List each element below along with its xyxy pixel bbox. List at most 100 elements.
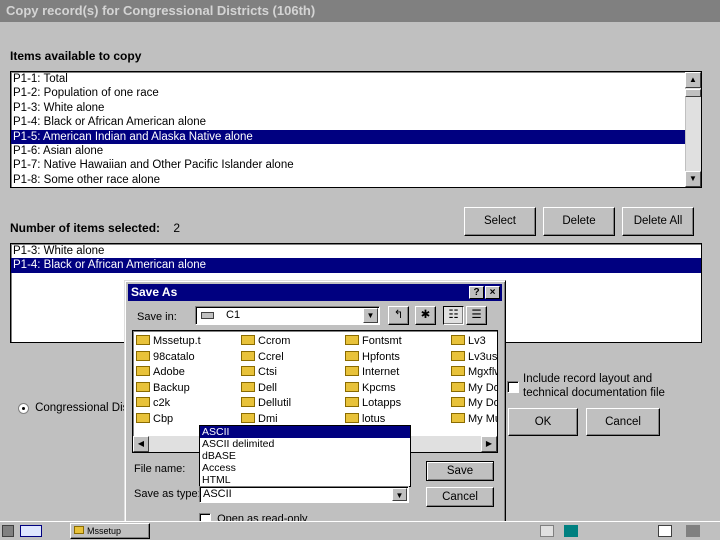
task-label: Mssetup: [87, 526, 122, 536]
folder-icon: [74, 526, 84, 534]
delete-all-button[interactable]: Delete All: [622, 207, 694, 236]
list-item[interactable]: P1-6: Asian alone: [11, 144, 701, 158]
folder-item[interactable]: Dell: [241, 381, 277, 395]
folder-icon: [345, 412, 359, 423]
close-icon[interactable]: ×: [485, 286, 500, 299]
folder-item[interactable]: Backup: [136, 381, 190, 395]
folder-item[interactable]: Lv3: [451, 334, 486, 348]
folder-item[interactable]: lotus: [345, 412, 385, 426]
list-item[interactable]: P1-4: Black or African American alone: [11, 115, 701, 129]
folder-label: Lotapps: [362, 397, 402, 409]
folder-item[interactable]: Ccrom: [241, 334, 290, 348]
dialog-save-button[interactable]: Save: [426, 461, 494, 481]
folder-item[interactable]: Dellutil: [241, 396, 291, 410]
save-in-value: C1: [226, 309, 241, 321]
folder-item[interactable]: Hpfonts: [345, 350, 400, 364]
folder-label: Dmi: [258, 412, 278, 425]
folder-icon: [136, 335, 150, 346]
help-icon[interactable]: ?: [469, 286, 484, 299]
dropdown-option[interactable]: ASCII delimited: [200, 438, 410, 450]
start-icon[interactable]: [2, 525, 14, 537]
include-layout-checkbox[interactable]: [507, 381, 519, 393]
new-folder-icon[interactable]: ✱: [415, 306, 436, 325]
folder-item[interactable]: My Dow: [451, 396, 497, 410]
folder-item[interactable]: Mgxflw: [451, 365, 497, 379]
folder-icon: [241, 335, 255, 346]
items-available-scrollbar[interactable]: ▲ ▼: [685, 72, 701, 187]
include-layout-option[interactable]: Include record layout and technical docu…: [507, 372, 687, 400]
items-selected-label: Number of items selected: 2: [10, 221, 180, 235]
folder-label: My Doc: [468, 381, 497, 394]
save-in-combo[interactable]: C1 ▼: [195, 306, 380, 325]
drive-icon: [201, 312, 214, 319]
folder-icon: [241, 366, 255, 377]
folder-item[interactable]: 98catalo: [136, 350, 195, 364]
ok-button[interactable]: OK: [508, 408, 578, 436]
display-icon: [658, 525, 672, 537]
include-layout-label: Include record layout and technical docu…: [523, 373, 665, 399]
items-selected-count: 2: [173, 221, 181, 235]
folder-label: Mssetup.t: [153, 335, 201, 347]
folder-icon: [345, 381, 359, 392]
details-view-icon[interactable]: ☰: [466, 306, 487, 325]
folder-item[interactable]: Ccrel: [241, 350, 284, 364]
folder-label: Dellutil: [258, 397, 292, 409]
chevron-down-icon[interactable]: ▼: [363, 308, 378, 323]
list-item[interactable]: P1-3: White alone: [11, 101, 701, 115]
scroll-thumb[interactable]: [685, 89, 701, 97]
save-as-type-value: ASCII: [203, 488, 232, 500]
radio-selected-icon: [18, 402, 29, 414]
scroll-up-icon[interactable]: ▲: [685, 72, 701, 88]
folder-label: Hpfonts: [362, 350, 400, 363]
save-as-type-combo[interactable]: ASCII ▼: [199, 486, 409, 503]
items-available-list[interactable]: P1-1: Total P1-2: Population of one race P…: [10, 71, 702, 188]
dropdown-option[interactable]: Access: [200, 462, 410, 474]
folder-icon: [451, 397, 465, 408]
folder-item[interactable]: My Mus: [451, 412, 497, 426]
list-item[interactable]: P1-4: Black or African American alone: [11, 258, 701, 273]
folder-item[interactable]: Lv3usc: [451, 350, 497, 364]
chevron-down-icon[interactable]: ▼: [392, 488, 407, 501]
list-view-icon[interactable]: ☷: [443, 306, 464, 325]
folder-icon: [136, 412, 150, 423]
folder-item[interactable]: Mssetup.t: [136, 334, 201, 348]
folder-item[interactable]: Fontsmt: [345, 334, 402, 348]
folder-item[interactable]: Dmi: [241, 412, 278, 426]
folder-item[interactable]: Adobe: [136, 365, 185, 379]
dropdown-option[interactable]: dBASE: [200, 450, 410, 462]
folder-item[interactable]: c2k: [136, 396, 170, 410]
delete-button[interactable]: Delete: [543, 207, 615, 236]
folder-item[interactable]: Ctsi: [241, 365, 277, 379]
folder-item[interactable]: Lotapps: [345, 396, 401, 410]
list-item[interactable]: P1-7: Native Hawaiian and Other Pacific …: [11, 158, 701, 172]
list-item[interactable]: P1-5: American Indian and Alaska Native …: [11, 129, 701, 144]
folder-item[interactable]: My Doc: [451, 381, 497, 395]
folder-label: Fontsmt: [362, 335, 402, 347]
folder-item[interactable]: Kpcms: [345, 381, 396, 395]
task-button[interactable]: Mssetup: [70, 523, 150, 539]
geography-radio[interactable]: Congressional Dis: [18, 402, 128, 414]
type-dropdown-list[interactable]: ASCII ASCII delimited dBASE Access HTML: [199, 425, 411, 487]
scroll-right-icon[interactable]: ▶: [481, 436, 497, 452]
up-folder-icon[interactable]: ↰: [388, 306, 409, 325]
scroll-down-icon[interactable]: ▼: [685, 171, 701, 187]
dropdown-option[interactable]: HTML: [200, 474, 410, 486]
list-item[interactable]: P1-2: Population of one race: [11, 86, 701, 100]
cancel-button[interactable]: Cancel: [586, 408, 660, 436]
connection-icon[interactable]: [20, 525, 42, 537]
folder-item[interactable]: Internet: [345, 365, 399, 379]
dialog-cancel-button[interactable]: Cancel: [426, 487, 494, 507]
file-name-label: File name:: [134, 463, 186, 475]
scroll-left-icon[interactable]: ◀: [133, 436, 149, 452]
dropdown-option[interactable]: ASCII: [200, 426, 410, 438]
list-item[interactable]: P1-8: Some other race alone: [11, 173, 701, 187]
folder-icon: [345, 350, 359, 361]
save-as-type-label: Save as type:: [134, 488, 201, 500]
list-item[interactable]: P1-1: Total: [11, 72, 701, 86]
folder-icon: [136, 381, 150, 392]
folder-item[interactable]: Cbp: [136, 412, 173, 426]
folder-icon: [345, 335, 359, 346]
select-button[interactable]: Select: [464, 207, 536, 236]
list-item[interactable]: P1-3: White alone: [11, 244, 701, 258]
folder-icon: [345, 397, 359, 408]
